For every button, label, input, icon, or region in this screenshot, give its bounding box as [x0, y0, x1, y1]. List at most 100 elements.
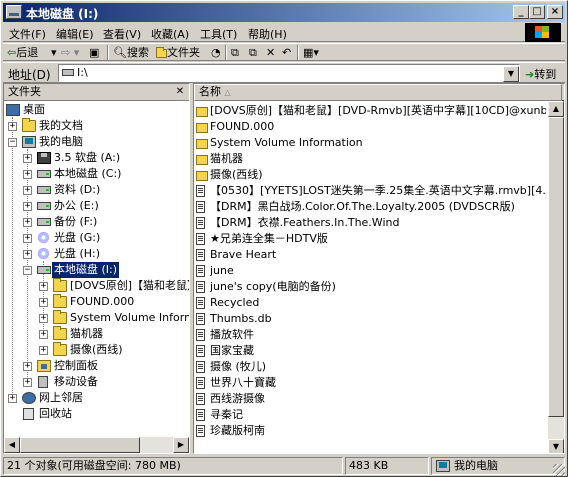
views-icon: ▦ [303, 46, 314, 59]
file-name: System Volume Information [210, 136, 363, 149]
address-dropdown-icon[interactable]: ▼ [503, 66, 519, 82]
name-column-header[interactable]: 名称 △ [194, 84, 562, 101]
drive-icon [37, 186, 51, 194]
title-bar[interactable]: 本地磁盘 (I:) _ □ × [3, 3, 565, 22]
back-dropdown[interactable]: ▾ [51, 45, 57, 61]
expand-icon[interactable]: + [23, 154, 32, 163]
menu-help[interactable]: 帮助(H) [248, 26, 287, 42]
expand-icon[interactable]: + [23, 218, 32, 227]
file-icon [196, 393, 205, 405]
file-icon [196, 201, 205, 213]
file-name: june [210, 264, 234, 277]
file-name: 寻秦记 [210, 408, 243, 421]
file-icon [196, 281, 205, 293]
collapse-icon[interactable]: − [8, 138, 17, 147]
folder-icon [53, 278, 67, 292]
file-icon [196, 409, 205, 421]
column-header: 名称 △ [194, 84, 564, 101]
file-icon [196, 217, 205, 229]
expand-icon[interactable]: + [23, 378, 32, 387]
forward-button[interactable]: ⇨ ▾ [61, 45, 79, 61]
search-button[interactable]: 🔍︎搜索 [113, 45, 149, 61]
file-name: 播放软件 [210, 328, 254, 341]
scroll-thumb[interactable] [20, 437, 140, 453]
menu-favorites[interactable]: 收藏(A) [151, 26, 189, 42]
status-size: 483 KB [345, 457, 429, 475]
file-name: Recycled [210, 296, 260, 309]
file-name: Thumbs.db [210, 312, 272, 325]
file-name: [DOVS原创]【猫和老鼠】[DVD-Rmvb][英语中字幕][10CD]@xu… [210, 104, 546, 117]
explorer-window: 本地磁盘 (I:) _ □ × 文件(F) 编辑(E) 查看(V) 收藏(A) … [0, 0, 568, 477]
menu-view[interactable]: 查看(V) [103, 26, 141, 42]
menu-tools[interactable]: 工具(T) [200, 26, 237, 42]
expand-icon[interactable]: + [39, 314, 48, 323]
folder-icon [196, 123, 208, 133]
address-input[interactable]: I:\ ▼ [58, 64, 520, 82]
scroll-up-icon[interactable]: ▲ [548, 101, 564, 117]
views-button[interactable]: ▦▾ [303, 45, 319, 61]
expand-icon[interactable]: + [23, 250, 32, 259]
expand-icon[interactable]: + [39, 330, 48, 339]
address-label: 地址(D) [8, 68, 51, 82]
copy-to-icon[interactable]: ⧉ [249, 45, 257, 61]
collapse-icon[interactable]: − [23, 266, 32, 275]
drive-icon [6, 5, 22, 19]
window-title: 本地磁盘 (I:) [26, 7, 99, 21]
scroll-right-icon[interactable]: ▶ [173, 437, 189, 453]
menu-file[interactable]: 文件(F) [9, 26, 46, 42]
undo-icon[interactable]: ↶ [282, 45, 291, 61]
drive-icon [37, 202, 51, 210]
drive-icon [37, 266, 51, 274]
file-name: 【DRM】黑白战场.Color.Of.The.Loyalty.2005 (DVD… [210, 200, 515, 213]
folder-icon [53, 326, 67, 340]
expand-icon[interactable]: + [23, 202, 32, 211]
sort-indicator-icon: △ [224, 88, 231, 97]
up-folder-icon[interactable]: ▣ [89, 45, 99, 61]
expand-icon[interactable]: + [39, 298, 48, 307]
scroll-thumb[interactable] [548, 117, 564, 417]
scroll-down-icon[interactable]: ▼ [548, 439, 564, 453]
file-name: 世界八十寶藏 [210, 376, 276, 389]
expand-icon[interactable]: + [39, 346, 48, 355]
network-icon [22, 392, 36, 404]
tree-horizontal-scrollbar[interactable]: ◀ ▶ [4, 437, 189, 453]
go-button[interactable]: ➜转到 [525, 66, 556, 82]
move-to-icon[interactable]: ⧉ [231, 45, 239, 61]
folders-button[interactable]: 文件夹 [156, 45, 200, 61]
file-icon [196, 361, 205, 373]
expand-icon[interactable]: + [23, 186, 32, 195]
close-button[interactable]: × [547, 5, 563, 19]
menu-edit[interactable]: 编辑(E) [56, 26, 94, 42]
history-icon[interactable]: ◔ [211, 45, 221, 61]
scroll-left-icon[interactable]: ◀ [4, 437, 20, 453]
search-icon: 🔍︎ [113, 46, 127, 59]
toolbar: ⇦后退 ▾ ⇨ ▾ ▣ 🔍︎搜索 文件夹 ◔ ⧉ ⧉ ✕ ↶ ▦▾ [3, 43, 565, 61]
file-icon [196, 425, 205, 437]
expand-icon[interactable]: + [8, 122, 17, 131]
file-list-vertical-scrollbar[interactable]: ▲ ▼ [548, 101, 564, 453]
address-bar: 地址(D) I:\ ▼ ➜转到 [3, 62, 565, 83]
folder-pane-header: 文件夹 ✕ [4, 84, 189, 101]
folder-icon [53, 310, 67, 324]
folder-icon [196, 155, 208, 165]
delete-icon[interactable]: ✕ [266, 45, 275, 61]
expand-icon[interactable]: + [8, 394, 17, 403]
back-button[interactable]: ⇦后退 [7, 45, 38, 61]
minimize-button[interactable]: _ [513, 5, 529, 19]
file-name: 猫机器 [210, 152, 243, 165]
drive-icon [37, 170, 51, 178]
expand-icon[interactable]: + [23, 170, 32, 179]
resize-grip-icon[interactable] [553, 464, 565, 476]
file-name: june's copy(电脑的备份) [210, 280, 336, 293]
expand-icon[interactable]: + [39, 282, 48, 291]
back-arrow-icon: ⇦ [7, 46, 17, 59]
expand-icon[interactable]: + [23, 362, 32, 371]
status-bar: 21 个对象(可用磁盘空间: 780 MB) 483 KB 我的电脑 [3, 456, 565, 476]
control-panel-icon [37, 360, 51, 372]
file-name: 珍藏版柯南 [210, 424, 265, 437]
file-name: 西线游摄像 [210, 392, 265, 405]
drive-icon [62, 69, 74, 76]
expand-icon[interactable]: + [23, 234, 32, 243]
maximize-button[interactable]: □ [529, 5, 545, 19]
close-pane-icon[interactable]: ✕ [174, 86, 186, 98]
